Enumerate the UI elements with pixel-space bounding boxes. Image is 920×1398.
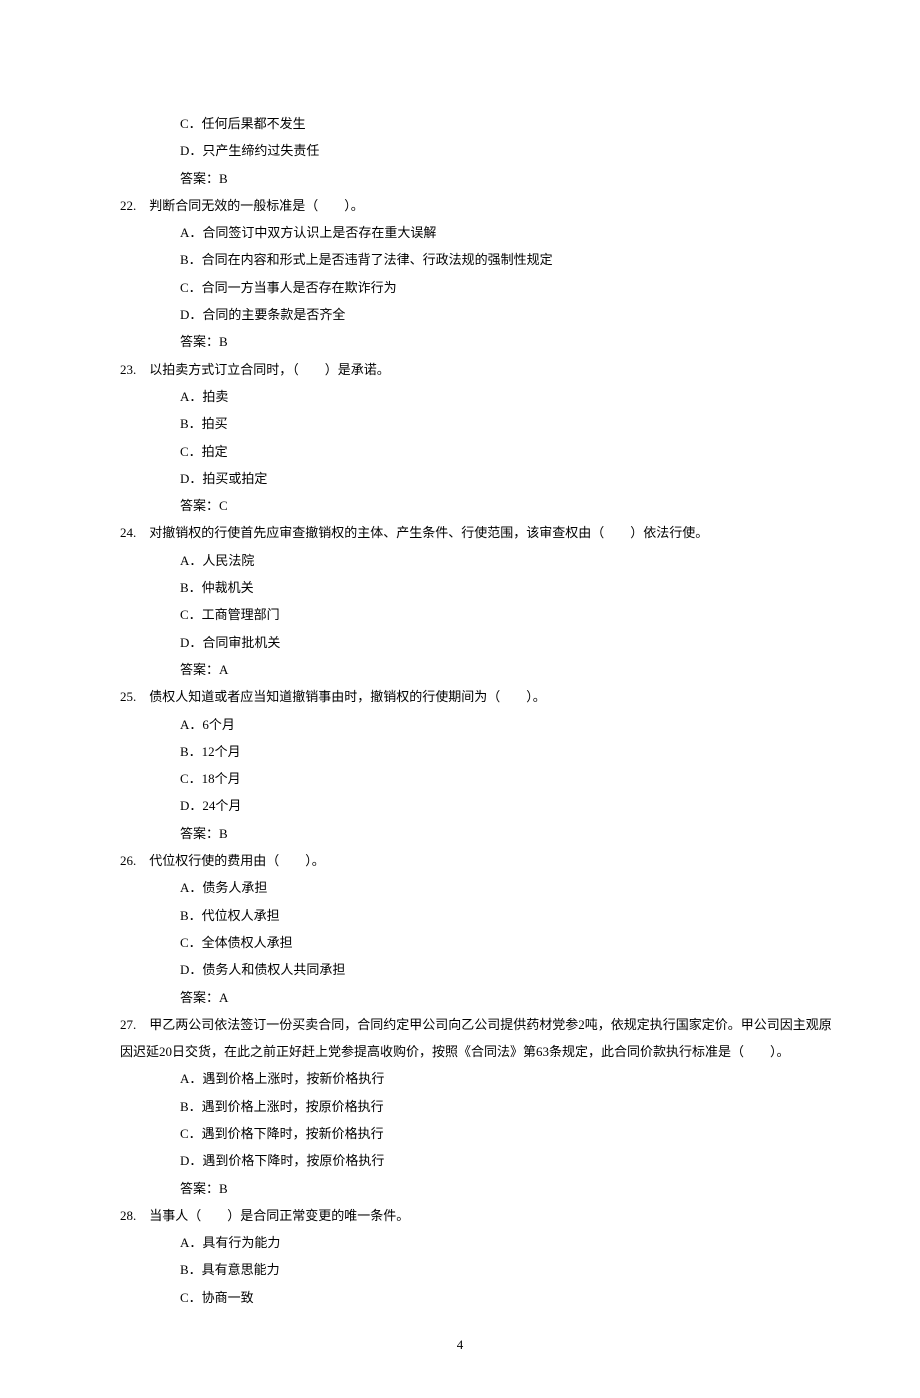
option-c: C．拍定 xyxy=(120,438,800,465)
option-a: A．具有行为能力 xyxy=(120,1229,800,1256)
option-a: A．人民法院 xyxy=(120,547,800,574)
option-b: B．拍买 xyxy=(120,410,800,437)
question-26-stem: 26. 代位权行使的费用由（ ）。 xyxy=(120,847,800,874)
option-d: D．合同的主要条款是否齐全 xyxy=(120,301,800,328)
answer-line: 答案：A xyxy=(120,656,800,683)
option-c: C．协商一致 xyxy=(120,1284,800,1311)
option-b: B．代位权人承担 xyxy=(120,902,800,929)
option-c: C．任何后果都不发生 xyxy=(120,110,800,137)
option-d: D．拍买或拍定 xyxy=(120,465,800,492)
answer-line: 答案：A xyxy=(120,984,800,1011)
answer-line: 答案：B xyxy=(120,165,800,192)
option-b: B．合同在内容和形式上是否违背了法律、行政法规的强制性规定 xyxy=(120,246,800,273)
option-b: B．12个月 xyxy=(120,738,800,765)
answer-line: 答案：C xyxy=(120,492,800,519)
answer-line: 答案：B xyxy=(120,328,800,355)
option-b: B．遇到价格上涨时，按原价格执行 xyxy=(120,1093,800,1120)
question-22-stem: 22. 判断合同无效的一般标准是（ ）。 xyxy=(120,192,800,219)
question-27-stem-line2: 因迟延20日交货，在此之前正好赶上党参提高收购价，按照《合同法》第63条规定，此… xyxy=(120,1038,800,1065)
option-a: A．合同签订中双方认识上是否存在重大误解 xyxy=(120,219,800,246)
option-b: B．具有意思能力 xyxy=(120,1256,800,1283)
document-page: C．任何后果都不发生 D．只产生缔约过失责任 答案：B 22. 判断合同无效的一… xyxy=(0,0,920,1398)
option-c: C．全体债权人承担 xyxy=(120,929,800,956)
page-number: 4 xyxy=(120,1311,800,1358)
option-a: A．遇到价格上涨时，按新价格执行 xyxy=(120,1065,800,1092)
answer-line: 答案：B xyxy=(120,820,800,847)
option-a: A．债务人承担 xyxy=(120,874,800,901)
question-23-stem: 23. 以拍卖方式订立合同时，（ ）是承诺。 xyxy=(120,356,800,383)
option-d: D．只产生缔约过失责任 xyxy=(120,137,800,164)
option-d: D．遇到价格下降时，按原价格执行 xyxy=(120,1147,800,1174)
option-a: A．拍卖 xyxy=(120,383,800,410)
option-d: D．债务人和债权人共同承担 xyxy=(120,956,800,983)
option-a: A．6个月 xyxy=(120,711,800,738)
option-d: D．合同审批机关 xyxy=(120,629,800,656)
option-d: D．24个月 xyxy=(120,792,800,819)
option-c: C．工商管理部门 xyxy=(120,601,800,628)
answer-line: 答案：B xyxy=(120,1175,800,1202)
question-28-stem: 28. 当事人（ ）是合同正常变更的唯一条件。 xyxy=(120,1202,800,1229)
question-27-stem-line1: 27. 甲乙两公司依法签订一份买卖合同，合同约定甲公司向乙公司提供药材党参2吨，… xyxy=(120,1011,800,1038)
question-25-stem: 25. 债权人知道或者应当知道撤销事由时，撤销权的行使期间为（ ）。 xyxy=(120,683,800,710)
option-c: C．18个月 xyxy=(120,765,800,792)
question-24-stem: 24. 对撤销权的行使首先应审查撤销权的主体、产生条件、行使范围，该审查权由（ … xyxy=(120,519,800,546)
option-c: C．合同一方当事人是否存在欺诈行为 xyxy=(120,274,800,301)
option-c: C．遇到价格下降时，按新价格执行 xyxy=(120,1120,800,1147)
option-b: B．仲裁机关 xyxy=(120,574,800,601)
